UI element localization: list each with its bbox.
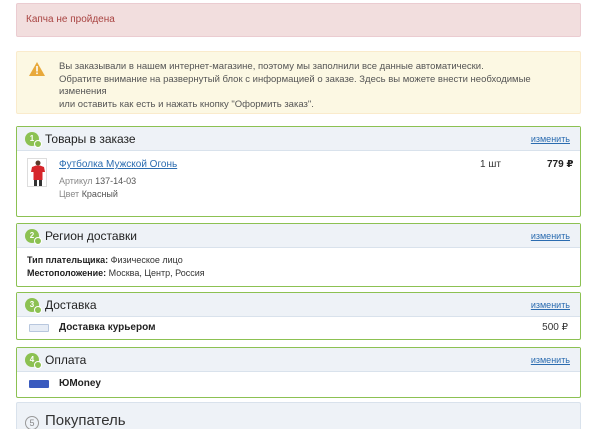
payment-section-header[interactable]: 4 Оплата изменить <box>17 348 580 372</box>
edit-goods-link[interactable]: изменить <box>531 127 570 151</box>
product-price: 779 ₽ <box>547 159 574 170</box>
section-title: Покупатель <box>45 412 126 429</box>
article-label: Артикул <box>59 176 93 186</box>
color-label: Цвет <box>59 189 80 199</box>
color-value: Красный <box>81 189 118 199</box>
warning-icon <box>29 62 45 76</box>
captcha-error-text: Капча не пройдена <box>26 14 115 25</box>
region-section-header[interactable]: 2 Регион доставки изменить <box>17 224 580 248</box>
section-title: Товары в заказе <box>45 132 136 146</box>
delivery-section: 3 Доставка изменить Доставка курьером 50… <box>16 292 581 340</box>
goods-section-header[interactable]: 1 Товары в заказе изменить <box>17 127 580 151</box>
edit-region-link[interactable]: изменить <box>531 224 570 248</box>
region-section: 2 Регион доставки изменить Тип плательщи… <box>16 223 581 287</box>
payer-type-label: Тип плательщика: <box>27 255 109 265</box>
article-value: 137-14-03 <box>95 176 137 186</box>
warning-line: или оставить как есть и нажать кнопку "О… <box>59 98 314 110</box>
tshirt-icon <box>31 160 45 186</box>
step-number-badge: 2 <box>25 229 42 245</box>
courier-logo-icon <box>29 324 49 332</box>
step-number-badge: 3 <box>25 298 42 314</box>
location-line: Местоположение: Москва, Центр, Россия <box>27 268 205 278</box>
yoomoney-logo-icon <box>29 380 49 388</box>
step-number-badge: 4 <box>25 353 42 369</box>
payer-type-line: Тип плательщика: Физическое лицо <box>27 255 183 265</box>
delivery-section-header[interactable]: 3 Доставка изменить <box>17 293 580 317</box>
location-label: Местоположение: <box>27 268 107 278</box>
section-title: Доставка <box>45 298 97 312</box>
goods-section: 1 Товары в заказе изменить Футболка Мужс… <box>16 126 581 217</box>
location-value: Москва, Центр, Россия <box>108 268 205 278</box>
step-number-badge: 5 <box>25 416 39 429</box>
product-name-link[interactable]: Футболка Мужской Огонь <box>59 159 177 170</box>
product-color: Цвет Красный <box>59 189 118 199</box>
delivery-price: 500 ₽ <box>542 322 568 333</box>
step-number-badge: 1 <box>25 132 42 148</box>
autofill-warning-alert: Вы заказывали в нашем интернет-магазине,… <box>16 51 581 114</box>
section-title: Регион доставки <box>45 229 137 243</box>
warning-line: Обратите внимание на развернутый блок с … <box>59 73 531 98</box>
edit-delivery-link[interactable]: изменить <box>531 293 570 317</box>
delivery-service-name: Доставка курьером <box>59 322 156 333</box>
payment-service-name: ЮMoney <box>59 378 101 389</box>
payment-section: 4 Оплата изменить ЮMoney <box>16 347 581 398</box>
warning-line: Вы заказывали в нашем интернет-магазине,… <box>59 61 484 72</box>
product-quantity: 1 шт <box>480 159 501 170</box>
captcha-error-alert: Капча не пройдена <box>16 3 581 37</box>
section-title: Оплата <box>45 353 87 367</box>
edit-payment-link[interactable]: изменить <box>531 348 570 372</box>
buyer-section[interactable]: 5 Покупатель <box>16 402 581 429</box>
payer-type-value: Физическое лицо <box>110 255 183 265</box>
product-article: Артикул 137-14-03 <box>59 176 136 186</box>
product-thumbnail[interactable] <box>27 158 47 187</box>
